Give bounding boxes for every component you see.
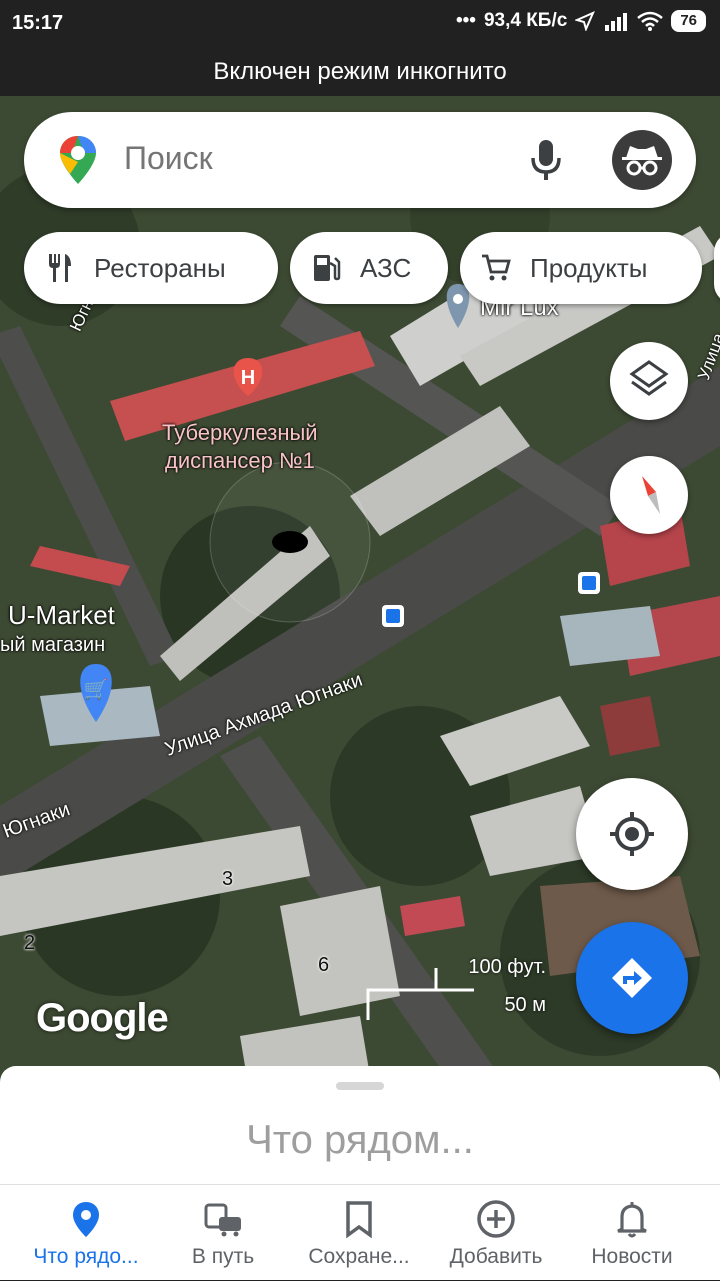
sheet-handle[interactable] [336, 1082, 384, 1090]
bus-stop-icon[interactable] [382, 605, 404, 627]
map-label-umarket[interactable]: U-Market [8, 600, 115, 631]
incognito-avatar[interactable] [612, 130, 672, 190]
microphone-icon[interactable] [524, 136, 568, 184]
scale-metric: 50 м [504, 994, 546, 1016]
status-icons: ••• 93,4 КБ/с 76 [456, 10, 706, 32]
fork-knife-icon [49, 254, 71, 282]
search-bar[interactable]: Поиск [24, 112, 696, 208]
chip-label: Продукты [530, 252, 648, 283]
google-maps-logo-icon [60, 136, 96, 184]
gas-station-icon [314, 255, 341, 281]
incognito-icon [622, 146, 662, 176]
location-pin-icon [73, 1202, 99, 1237]
compass-icon [642, 476, 660, 514]
my-location-marker [272, 531, 308, 553]
scale-imperial: 100 фут. [468, 956, 546, 978]
directions-button[interactable] [576, 922, 688, 1034]
map-label-dispensary[interactable]: Туберкулезный [162, 420, 318, 446]
map-scale: 100 фут. 50 м [366, 956, 546, 1026]
signal-icon [605, 13, 628, 31]
bus-stop-icon[interactable] [578, 572, 600, 594]
nav-label: Добавить [449, 1245, 543, 1268]
house-number-6: 6 [318, 954, 330, 976]
nav-updates[interactable]: Новости [560, 1185, 704, 1281]
directions-icon [612, 958, 652, 998]
bookmark-icon [346, 1201, 372, 1239]
nav-commute[interactable]: В путь [151, 1185, 295, 1281]
house-number-3: 3 [222, 868, 234, 890]
net-dots: ••• [455, 10, 476, 31]
chip-label: АЗС [360, 252, 412, 283]
nav-label: В путь [191, 1245, 255, 1268]
net-speed: 93,4 КБ/с [483, 10, 568, 31]
incognito-banner: Включен режим инкогнито [0, 48, 720, 96]
layers-icon [629, 360, 669, 396]
nav-label: Что рядо... [33, 1245, 139, 1268]
my-location-button[interactable] [576, 778, 688, 890]
crosshair-icon [610, 812, 654, 856]
map-label-umarket-sub: ый магазин [0, 634, 106, 656]
nav-label: Сохране... [308, 1245, 410, 1268]
nav-label: Новости [591, 1245, 673, 1268]
wifi-icon [637, 11, 664, 31]
explore-sheet[interactable]: Что рядом... [0, 1066, 720, 1184]
sheet-title: Что рядом... [246, 1118, 474, 1162]
chip-gas-stations[interactable]: АЗС [290, 232, 448, 304]
nav-explore[interactable]: Что рядо... [14, 1185, 158, 1281]
svg-text:H: H [241, 367, 255, 389]
status-bar: 15:17 ••• 93,4 КБ/с 76 [0, 0, 720, 48]
chip-label: Рестораны [94, 252, 226, 283]
nav-saved[interactable]: Сохране... [287, 1185, 431, 1281]
svg-text:🛒: 🛒 [84, 677, 109, 701]
battery-indicator: 76 [671, 10, 706, 32]
add-circle-icon [477, 1200, 515, 1238]
search-input[interactable]: Поиск [124, 140, 213, 177]
location-arrow-icon [575, 11, 596, 31]
compass-button[interactable] [610, 456, 688, 534]
map-label-dispensary-2[interactable]: диспансер №1 [165, 448, 315, 474]
commute-icon [204, 1203, 241, 1237]
chip-groceries[interactable]: Продукты [460, 232, 702, 304]
house-number-2: 2 [24, 932, 36, 954]
bottom-nav: Что рядо... В путь Сохране... Добавить Н… [0, 1184, 720, 1280]
nav-contribute[interactable]: Добавить [424, 1185, 568, 1281]
scale-bar [366, 968, 474, 1020]
status-time: 15:17 [12, 12, 64, 34]
layers-button[interactable] [610, 342, 688, 420]
google-logo: Google [36, 996, 169, 1040]
bell-icon [617, 1202, 647, 1238]
shopping-cart-icon [482, 254, 511, 281]
chip-restaurants[interactable]: Рестораны [24, 232, 278, 304]
